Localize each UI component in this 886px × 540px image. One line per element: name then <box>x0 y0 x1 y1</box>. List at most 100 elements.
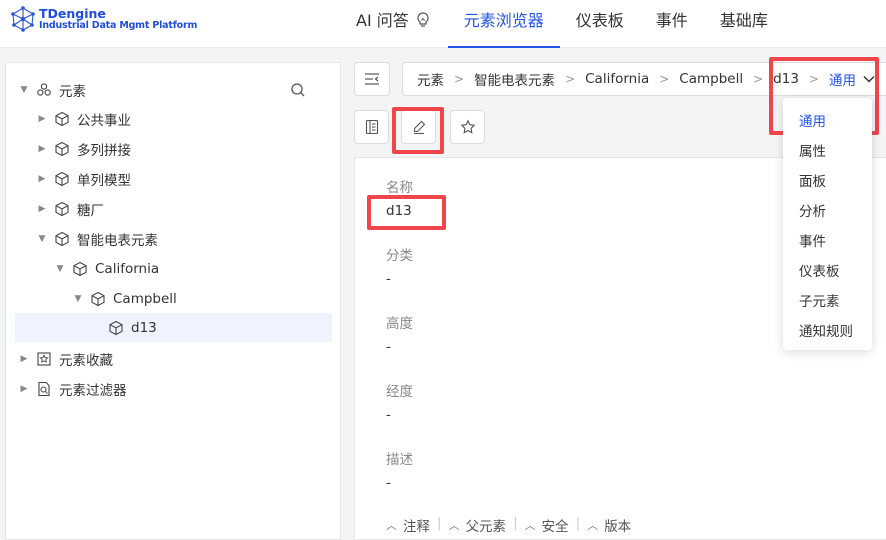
document-list-icon <box>365 119 378 135</box>
caret-right-icon[interactable]: ▶ <box>36 143 48 155</box>
tdengine-logo-icon <box>11 6 35 32</box>
caret-down-icon[interactable]: ▼ <box>36 233 48 245</box>
notes-button[interactable] <box>354 110 389 144</box>
tree-label: 单列模型 <box>77 172 131 189</box>
cube-icon <box>55 111 69 126</box>
breadcrumb-item-california[interactable]: California <box>585 71 649 87</box>
chevron-up-icon: ︿ <box>448 519 460 532</box>
view-selector-label: 通用 <box>828 73 856 89</box>
field-label-name: 名称 <box>386 180 413 196</box>
chevron-up-icon: ︿ <box>524 519 536 532</box>
tree-label: 元素收藏 <box>59 352 113 369</box>
menu-item-notification-rules[interactable]: 通知规则 <box>799 320 853 340</box>
link-security[interactable]: ︿ 安全 <box>525 515 569 535</box>
tree-label: 糖厂 <box>77 202 104 219</box>
tree-item-california[interactable]: ▼ California <box>54 254 332 283</box>
field-value-name: d13 <box>386 203 412 219</box>
link-label: 版本 <box>604 519 632 535</box>
link-parent-element[interactable]: ︿ 父元素 <box>449 515 507 535</box>
element-tree-panel: ▼ 元素 ▶ 公共事业 ▶ 多列拼接 ▶ 单列模型 ▶ 糖厂 ▼ 智能电表元素 … <box>5 62 341 540</box>
tree-item-utilities[interactable]: ▶ 公共事业 <box>36 104 352 133</box>
tab-ai-qa[interactable]: AI 问答 <box>340 0 448 48</box>
chevron-up-icon: ︿ <box>386 519 397 532</box>
divider: | <box>513 515 518 531</box>
chevron-right-icon: > <box>659 72 670 86</box>
tree-favorites[interactable]: ▶ 元素收藏 <box>18 344 334 373</box>
menu-item-events[interactable]: 事件 <box>799 230 826 250</box>
cube-icon <box>109 320 123 335</box>
chevron-right-icon: > <box>753 72 764 86</box>
cube-icon <box>73 261 87 276</box>
tree-filters[interactable]: ▶ 元素过滤器 <box>18 374 334 403</box>
caret-right-icon[interactable]: ▶ <box>36 203 48 215</box>
filter-search-icon <box>38 381 50 396</box>
breadcrumb-item-campbell[interactable]: Campbell <box>679 71 743 87</box>
cube-icon <box>55 201 69 216</box>
elements-cluster-icon <box>37 82 51 96</box>
caret-down-icon[interactable]: ▼ <box>72 293 84 305</box>
chevron-right-icon: > <box>454 72 465 86</box>
tree-root-elements[interactable]: ▼ 元素 <box>18 75 334 104</box>
link-label: 父元素 <box>465 519 507 535</box>
tree-label: 智能电表元素 <box>77 232 158 249</box>
caret-right-icon[interactable]: ▶ <box>36 113 48 125</box>
menu-item-analysis[interactable]: 分析 <box>799 200 826 220</box>
link-label: 安全 <box>541 519 569 535</box>
menu-item-attributes[interactable]: 属性 <box>799 140 826 160</box>
tree-item-multi-column[interactable]: ▶ 多列拼接 <box>36 134 352 163</box>
caret-right-icon[interactable]: ▶ <box>18 353 30 365</box>
app-title: TDengine <box>39 5 106 21</box>
search-icon[interactable] <box>290 82 306 98</box>
menu-item-child-elements[interactable]: 子元素 <box>799 290 840 310</box>
breadcrumb-item-smart-meter[interactable]: 智能电表元素 <box>474 69 555 89</box>
cube-icon <box>55 141 69 156</box>
tab-dashboards[interactable]: 仪表板 <box>560 0 640 48</box>
tree-label: California <box>95 260 160 277</box>
menu-item-general[interactable]: 通用 <box>799 110 826 130</box>
edit-button[interactable] <box>401 110 436 144</box>
favorites-icon <box>37 351 51 366</box>
link-versions[interactable]: ︿ 版本 <box>587 515 631 535</box>
tab-events[interactable]: 事件 <box>640 0 704 48</box>
pencil-icon <box>413 120 425 135</box>
link-label: 注释 <box>403 519 430 535</box>
tab-element-browser[interactable]: 元素浏览器 <box>447 0 560 48</box>
menu-item-dashboards[interactable]: 仪表板 <box>799 260 840 280</box>
app-logo[interactable]: TDengine Industrial Data Mgmt Platform <box>10 6 197 32</box>
main-nav: AI 问答 元素浏览器 仪表板 事件 基础库 <box>340 0 784 48</box>
field-value-longitude: - <box>386 407 391 423</box>
tree-label: 多列拼接 <box>77 142 131 159</box>
tab-label: 事件 <box>655 11 688 30</box>
sidebar-toggle-button[interactable] <box>354 62 390 96</box>
tree-label: Campbell <box>113 290 177 307</box>
tree-item-d13[interactable]: d13 <box>15 313 332 342</box>
tree-label: d13 <box>131 319 157 336</box>
favorite-button[interactable] <box>450 110 485 144</box>
breadcrumb-item-d13[interactable]: d13 <box>773 71 799 87</box>
cube-icon <box>91 291 105 306</box>
tree-item-smart-meter[interactable]: ▼ 智能电表元素 <box>36 224 352 253</box>
link-annotations[interactable]: ︿ 注释 <box>386 515 430 535</box>
chevron-up-icon: ︿ <box>587 519 599 532</box>
tree-item-campbell[interactable]: ▼ Campbell <box>72 284 332 313</box>
tab-label: 基础库 <box>719 11 768 30</box>
lightbulb-icon <box>417 12 429 27</box>
field-value-description: - <box>386 475 391 491</box>
tree-item-single-column[interactable]: ▶ 单列模型 <box>36 164 352 193</box>
field-label-longitude: 经度 <box>386 384 413 400</box>
tab-label: 仪表板 <box>575 11 624 30</box>
menu-item-panels[interactable]: 面板 <box>799 170 826 190</box>
breadcrumb: 元素 > 智能电表元素 > California > Campbell > d1… <box>402 62 886 96</box>
breadcrumb-item-elements[interactable]: 元素 <box>417 69 444 89</box>
cube-icon <box>55 171 69 186</box>
chevron-down-icon <box>863 75 875 83</box>
divider: | <box>575 515 581 531</box>
caret-down-icon[interactable]: ▼ <box>18 84 30 96</box>
view-selector-dropdown[interactable]: 通用 <box>829 69 876 89</box>
tab-library[interactable]: 基础库 <box>704 0 784 48</box>
caret-right-icon[interactable]: ▶ <box>18 383 30 395</box>
tree-item-sugar-factory[interactable]: ▶ 糖厂 <box>36 194 352 223</box>
caret-right-icon[interactable]: ▶ <box>36 173 48 185</box>
caret-down-icon[interactable]: ▼ <box>54 263 66 275</box>
field-label-description: 描述 <box>386 452 413 468</box>
